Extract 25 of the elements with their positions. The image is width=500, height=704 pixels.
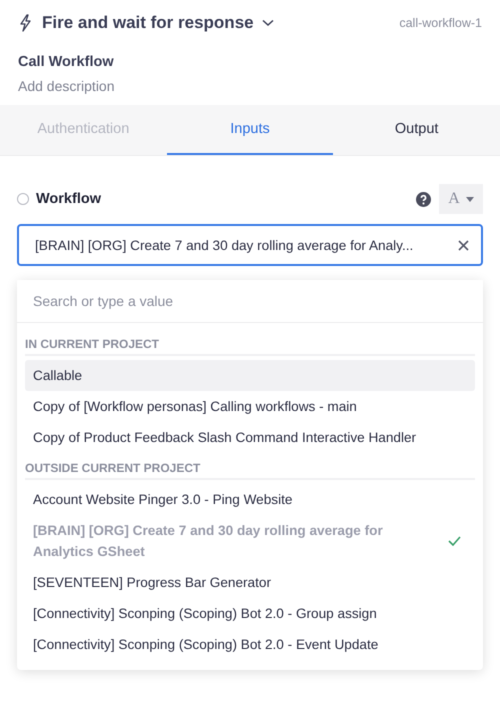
description-placeholder[interactable]: Add description xyxy=(18,78,115,94)
lightning-icon xyxy=(18,14,32,32)
workflow-select[interactable]: [BRAIN] [ORG] Create 7 and 30 day rolling average for Analy... xyxy=(17,224,483,266)
help-icon[interactable] xyxy=(416,192,431,206)
radio-icon[interactable] xyxy=(17,193,29,205)
menu-item[interactable]: Copy of Product Feedback Slash Command Interactive Handler xyxy=(25,422,475,453)
menu-item[interactable]: Callable xyxy=(25,360,475,391)
menu-item[interactable]: [SEVENTEEN] Progress Bar Generator xyxy=(25,567,475,598)
tab[interactable]: Output xyxy=(333,105,500,155)
close-icon[interactable] xyxy=(458,240,469,250)
step-title: Call Workflow xyxy=(18,54,114,70)
search-field[interactable]: Search or type a value xyxy=(17,280,483,323)
step-id: call-workflow-1 xyxy=(399,16,482,30)
mode-dropdown[interactable]: Fire and wait for response xyxy=(42,13,254,33)
caret-icon xyxy=(466,196,474,202)
menu-item[interactable]: [Connectivity] Sconping (Scoping) Bot 2.0 - Event Update xyxy=(25,629,475,660)
field-label: Workflow xyxy=(36,191,101,207)
menu-item[interactable]: Copy of [Workflow personas] Calling workflows - main xyxy=(25,391,475,422)
tab[interactable]: Inputs xyxy=(166,105,334,155)
chevron-down-icon[interactable] xyxy=(262,19,274,27)
check-icon xyxy=(448,536,461,546)
menu-item[interactable]: Account Website Pinger 3.0 - Ping Website xyxy=(25,484,475,515)
group-heading: OUTSIDE CURRENT PROJECT xyxy=(25,457,475,480)
group-heading: IN CURRENT PROJECT xyxy=(25,333,475,356)
menu-item[interactable]: [Connectivity] Sconping (Scoping) Bot 2.0 - Group assign xyxy=(25,598,475,629)
